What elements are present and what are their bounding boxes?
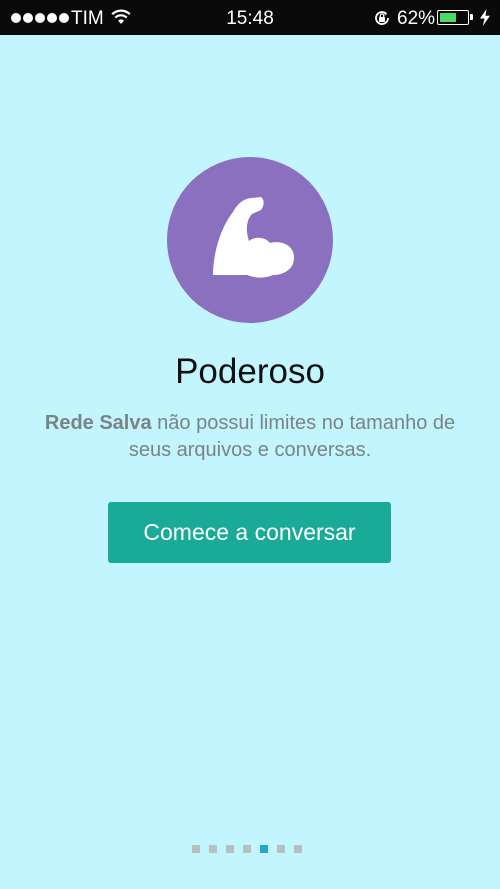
description-text: não possui limites no tamanho de seus ar… — [128, 412, 456, 461]
onboarding-description: Rede Salva não possui limites no tamanho… — [40, 410, 460, 464]
page-dot — [294, 845, 302, 853]
status-bar: TIM 15:48 62% — [0, 0, 500, 35]
hero-illustration — [167, 157, 333, 323]
page-dot — [226, 845, 234, 853]
start-chat-button[interactable]: Comece a conversar — [108, 502, 391, 563]
page-indicator — [192, 845, 302, 853]
app-name: Rede Salva — [44, 412, 152, 434]
page-dot — [209, 845, 217, 853]
battery-icon — [437, 10, 473, 25]
charging-bolt-icon — [480, 9, 490, 26]
page-dot — [277, 845, 285, 853]
onboarding-title: Poderoso — [175, 352, 325, 391]
battery-percent: 62% — [397, 8, 436, 29]
page-dot — [260, 845, 268, 853]
flexed-bicep-icon — [213, 197, 295, 278]
page-dot — [243, 845, 251, 853]
page-dot — [192, 845, 200, 853]
rotation-lock-icon — [375, 11, 389, 25]
